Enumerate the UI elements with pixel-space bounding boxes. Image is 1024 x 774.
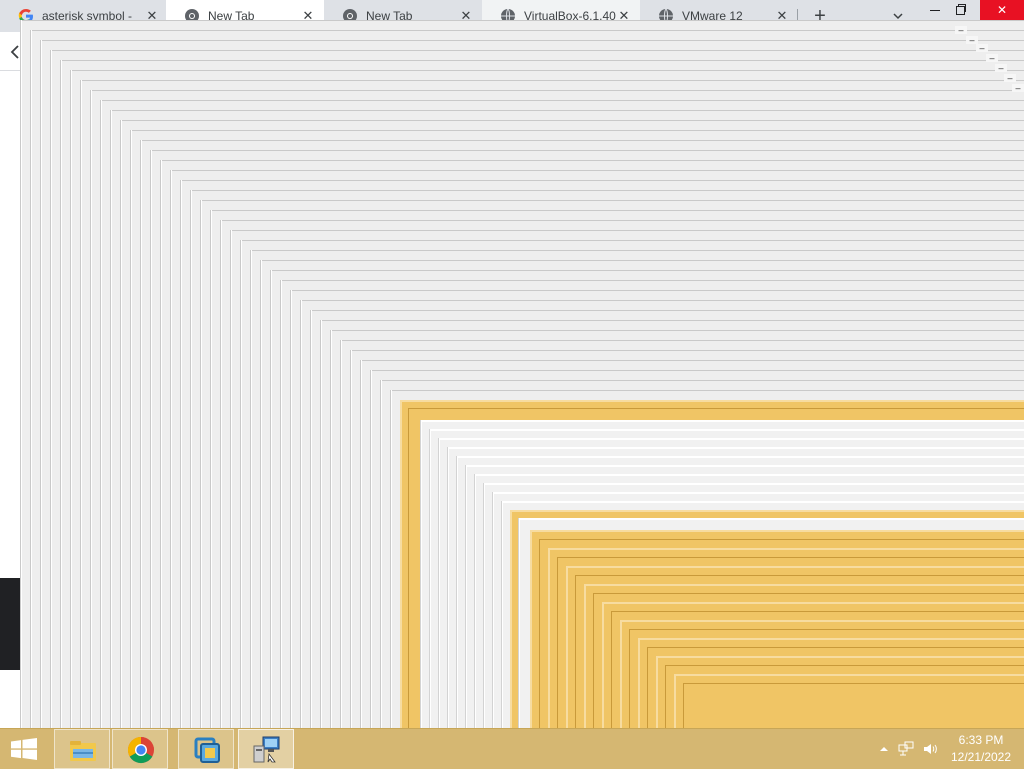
network-setup-icon[interactable] bbox=[238, 729, 294, 769]
minimize-icon: – bbox=[986, 54, 998, 63]
chrome-icon[interactable] bbox=[112, 729, 168, 769]
minimize-icon: – bbox=[966, 36, 978, 45]
clock-time: 6:33 PM bbox=[958, 733, 1004, 747]
network-icon[interactable] bbox=[898, 741, 914, 757]
show-hidden-icons-arrow[interactable] bbox=[876, 741, 892, 757]
clock-date: 12/21/2022 bbox=[950, 750, 1012, 764]
clock[interactable]: 6:33 PM 12/21/2022 bbox=[944, 732, 1018, 766]
volume-icon[interactable] bbox=[922, 741, 938, 757]
minimize-icon: – bbox=[1004, 74, 1016, 83]
vmware-icon[interactable] bbox=[178, 729, 234, 769]
minimize-icon: – bbox=[955, 26, 967, 35]
system-tray bbox=[870, 729, 944, 769]
window-trail-artifact: – – – – – – – bbox=[0, 0, 1024, 728]
windows-start-icon[interactable] bbox=[0, 729, 48, 769]
file-explorer-icon[interactable] bbox=[54, 729, 110, 769]
minimize-icon: – bbox=[995, 64, 1007, 73]
minimize-icon: – bbox=[976, 44, 988, 53]
trail-frame-gold bbox=[683, 683, 1024, 728]
taskbar: 6:33 PM 12/21/2022 bbox=[0, 728, 1024, 769]
minimize-icon: – bbox=[1012, 84, 1024, 93]
